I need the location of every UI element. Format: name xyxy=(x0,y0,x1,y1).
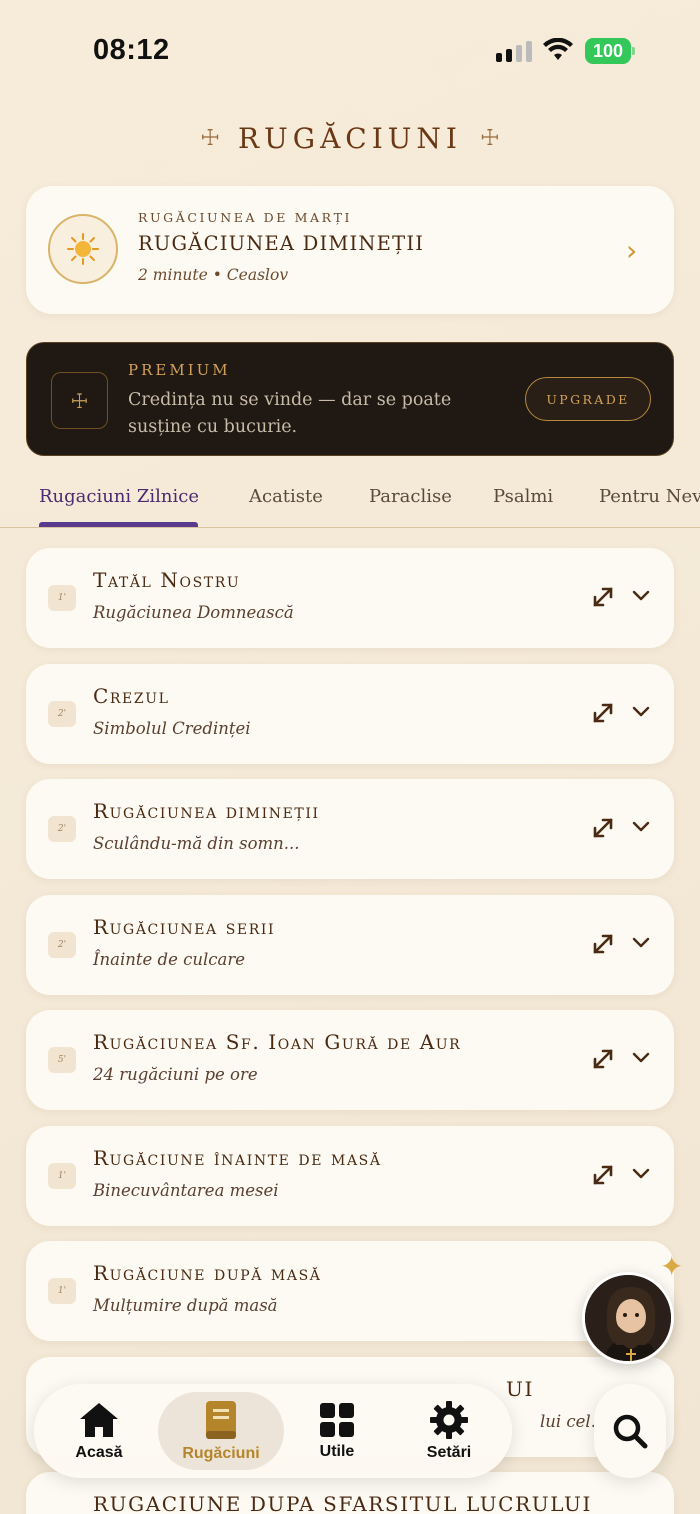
expand-icon[interactable] xyxy=(592,1048,614,1070)
tab-paraclise[interactable]: Paraclise xyxy=(369,486,452,507)
expand-icon[interactable] xyxy=(592,702,614,724)
prayer-card[interactable]: 2' Rugăciunea serii Înainte de culcare xyxy=(26,895,674,995)
chevron-down-icon[interactable] xyxy=(632,1167,650,1181)
status-bar: 08:12 100 xyxy=(0,0,700,100)
nav-acasa[interactable]: Acasă xyxy=(40,1392,158,1470)
category-tabs: Rugaciuni Zilnice Acatiste Paraclise Psa… xyxy=(0,470,700,528)
prayer-subtitle: Binecuvântarea mesei xyxy=(93,1181,279,1200)
chevron-down-icon[interactable] xyxy=(632,936,650,950)
wifi-icon xyxy=(543,38,573,60)
home-icon xyxy=(80,1403,118,1437)
tab-pentru-nevoi[interactable]: Pentru Nevo xyxy=(599,486,700,507)
prayer-subtitle: Sculându-mă din somn... xyxy=(93,834,300,853)
prayer-card[interactable]: 2' Rugăciunea dimineții Sculându-mă din so… xyxy=(26,779,674,879)
battery-icon: 100 xyxy=(585,38,635,64)
book-icon xyxy=(206,1401,236,1439)
tab-psalmi[interactable]: Psalmi xyxy=(493,486,553,507)
chevron-right-icon: › xyxy=(626,234,638,267)
chevron-down-icon[interactable] xyxy=(632,705,650,719)
duration-badge: 1' xyxy=(48,585,76,611)
expand-icon[interactable] xyxy=(592,1164,614,1186)
sun-icon xyxy=(48,214,118,284)
cross-icon: ☩ xyxy=(51,372,108,429)
prayer-title: Rugăciunea serii xyxy=(93,915,276,939)
page-header: ☩ RUGĂCIUNI ☩ xyxy=(0,122,700,155)
featured-title: RUGĂCIUNEA DIMINEȚII xyxy=(138,232,425,255)
featured-kicker: RUGĂCIUNEA DE MARȚI xyxy=(138,210,353,225)
upgrade-button[interactable]: UPGRADE xyxy=(525,377,651,421)
prayer-title: RUGACIUNE DUPA SFARSITUL LUCRULUI xyxy=(93,1492,592,1514)
prayer-card[interactable]: RUGACIUNE DUPA SFARSITUL LUCRULUI xyxy=(26,1472,674,1514)
bottom-navigation: Acasă Rugăciuni Utile Setări xyxy=(34,1384,512,1478)
page-title: RUGĂCIUNI xyxy=(238,122,462,155)
premium-label: PREMIUM xyxy=(128,361,231,379)
cellular-signal-icon xyxy=(496,40,532,62)
premium-banner: ☩ PREMIUM Credința nu se vinde — dar se … xyxy=(26,342,674,456)
nav-utile[interactable]: Utile xyxy=(278,1392,396,1470)
tab-acatiste[interactable]: Acatiste xyxy=(249,486,323,507)
prayer-card[interactable]: 5' Rugăciunea Sf. Ioan Gură de Aur 24 rugă… xyxy=(26,1010,674,1110)
prayer-card[interactable]: 1' Rugăciune după masă Mulțumire după masă xyxy=(26,1241,674,1341)
prayer-title: Rugăciunea dimineții xyxy=(93,799,320,823)
duration-badge: 2' xyxy=(48,701,76,727)
duration-badge: 1' xyxy=(48,1163,76,1189)
duration-badge: 5' xyxy=(48,1047,76,1073)
nav-label: Rugăciuni xyxy=(182,1445,260,1462)
duration-badge: 2' xyxy=(48,932,76,958)
sparkle-icon: ✦ xyxy=(660,1250,684,1283)
daily-prayer-card[interactable]: RUGĂCIUNEA DE MARȚI RUGĂCIUNEA DIMINEȚII… xyxy=(26,186,674,314)
gear-icon xyxy=(430,1401,468,1439)
prayer-title: Rugăciune după masă xyxy=(93,1261,322,1285)
nav-label: Acasă xyxy=(75,1444,123,1461)
cross-icon: ☩ xyxy=(200,126,221,151)
nav-rugaciuni[interactable]: Rugăciuni xyxy=(158,1392,284,1470)
prayer-subtitle: 24 rugăciuni pe ore xyxy=(93,1065,258,1084)
avatar xyxy=(585,1275,671,1361)
duration-badge: 1' xyxy=(48,1278,76,1304)
prayer-title: Tatăl Nostru xyxy=(93,568,241,592)
battery-level: 100 xyxy=(585,38,631,64)
prayer-card[interactable]: 1' Tatăl Nostru Rugăciunea Domnească xyxy=(26,548,674,648)
prayer-subtitle: Simbolul Credinței xyxy=(93,719,251,738)
grid-icon xyxy=(320,1403,354,1437)
duration-badge: 2' xyxy=(48,816,76,842)
prayer-title: Crezul xyxy=(93,684,170,708)
prayer-title: Rugăciune înainte de masă xyxy=(93,1146,382,1170)
prayer-subtitle: Înainte de culcare xyxy=(93,950,245,969)
prayer-subtitle: Mulțumire după masă xyxy=(93,1296,278,1315)
chevron-down-icon[interactable] xyxy=(632,820,650,834)
prayer-subtitle: Rugăciunea Domnească xyxy=(93,603,294,622)
expand-icon[interactable] xyxy=(592,933,614,955)
chevron-down-icon[interactable] xyxy=(632,589,650,603)
tab-rugaciuni-zilnice[interactable]: Rugaciuni Zilnice xyxy=(39,486,199,507)
expand-icon[interactable] xyxy=(592,817,614,839)
search-button[interactable] xyxy=(594,1384,666,1478)
prayer-card[interactable]: 2' Crezul Simbolul Credinței xyxy=(26,664,674,764)
prayer-title: Rugăciunea Sf. Ioan Gură de Aur xyxy=(93,1030,462,1054)
cross-icon: ☩ xyxy=(479,126,500,151)
nav-setari[interactable]: Setări xyxy=(390,1392,508,1470)
premium-text: Credința nu se vinde — dar se poate susț… xyxy=(128,390,452,437)
active-tab-indicator xyxy=(39,522,198,527)
status-time: 08:12 xyxy=(93,34,170,66)
nav-label: Setări xyxy=(426,1444,472,1461)
featured-meta: 2 minute • Ceaslov xyxy=(138,266,289,284)
nav-label: Utile xyxy=(319,1443,355,1460)
prayer-title: UI xyxy=(506,1377,534,1401)
search-icon xyxy=(613,1414,648,1449)
prayer-card[interactable]: 1' Rugăciune înainte de masă Binecuvântare… xyxy=(26,1126,674,1226)
chevron-down-icon[interactable] xyxy=(632,1051,650,1065)
priest-avatar-button[interactable] xyxy=(582,1272,674,1364)
expand-icon[interactable] xyxy=(592,586,614,608)
